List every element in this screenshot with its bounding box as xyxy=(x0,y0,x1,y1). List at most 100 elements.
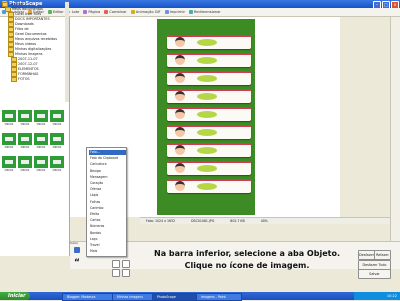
menu-item[interactable]: Lápis xyxy=(89,193,126,198)
tab-item[interactable]: Animação GIF xyxy=(130,10,161,14)
tree-node-label: DOCS IMPORTANTES xyxy=(15,17,50,22)
product-card xyxy=(167,107,251,121)
thumbnail[interactable]: DSC01 xyxy=(34,133,48,151)
card-face xyxy=(175,163,185,173)
tab-item[interactable]: Combinar xyxy=(104,10,127,14)
thumbnail[interactable]: DSC01 xyxy=(2,156,16,174)
tool-icon[interactable] xyxy=(122,269,130,277)
menu-item[interactable]: Mensagem xyxy=(89,175,126,180)
product-card xyxy=(167,143,251,157)
menu-item[interactable]: Caricatura xyxy=(89,162,126,167)
thumbnail[interactable]: DSC01 xyxy=(18,156,32,174)
status-bar: Foto: 1024 x 1632 DSC01081.JPG 802.7 KB … xyxy=(140,217,390,224)
tree-node-label: Corel User Files xyxy=(15,12,42,17)
thumbnail-image xyxy=(50,156,64,168)
tab-icon xyxy=(104,10,109,14)
thumbnail-caption: DSC01 xyxy=(20,169,30,172)
thumbnail[interactable]: DSC01 xyxy=(34,110,48,128)
card-label xyxy=(197,147,217,154)
tree-node-label: Minhas digitalizações xyxy=(15,47,52,52)
tree-node-label: Meus documentos xyxy=(12,7,43,12)
thumbnail[interactable]: DSC01 xyxy=(18,133,32,151)
quote-icon[interactable]: “ xyxy=(74,258,80,268)
menu-item[interactable]: Cartas xyxy=(89,218,126,223)
tree-node-label: FORMINHAS xyxy=(18,72,39,77)
tree-node[interactable]: FOTOS xyxy=(2,77,66,82)
card-face xyxy=(175,145,185,155)
tree-node-label: 2007-12-07 xyxy=(18,62,38,67)
instruction-line2: Clique no ícone de imagem. xyxy=(184,261,310,270)
tab-item[interactable]: Redimensionar xyxy=(188,10,221,14)
tree-node-label: Filtro de xyxy=(15,27,29,32)
menu-item[interactable]: Foto... xyxy=(89,150,126,155)
card-label xyxy=(197,183,217,190)
product-card xyxy=(167,179,251,193)
card-face xyxy=(175,127,185,137)
thumbnail-image xyxy=(2,133,16,145)
thumbnail[interactable]: DSC01 xyxy=(50,133,64,151)
menu-item[interactable]: Bordas xyxy=(89,231,126,236)
card-label xyxy=(197,39,217,46)
thumbnail-image xyxy=(18,156,32,168)
menu-item[interactable]: Coração xyxy=(89,181,126,186)
folder-icon xyxy=(11,77,17,82)
tool-icon[interactable] xyxy=(112,260,120,268)
status-filesize: 802.7 KB xyxy=(230,219,245,223)
thumbnail[interactable]: DSC01 xyxy=(2,133,16,151)
tab-label: Imprimir xyxy=(169,10,185,14)
thumbnail-caption: DSC01 xyxy=(4,123,14,126)
thumbnail[interactable]: DSC01 xyxy=(18,110,32,128)
thumbnail-image xyxy=(2,110,16,122)
thumbnail[interactable]: DSC01 xyxy=(50,156,64,174)
menu-item[interactable]: Efeito xyxy=(89,212,126,217)
card-label xyxy=(197,57,217,64)
status-size: Foto: 1024 x 1632 xyxy=(146,219,176,223)
thumbnail-image xyxy=(2,156,16,168)
right-scrollbar[interactable] xyxy=(390,17,400,256)
tab-icon xyxy=(83,10,88,14)
menu-item[interactable]: Travel xyxy=(89,243,126,248)
tree-node-label: Gerei Documentos xyxy=(15,32,47,37)
tab-icon xyxy=(164,10,169,14)
thumbnail-caption: DSC01 xyxy=(52,146,62,149)
thumbnail-caption: DSC01 xyxy=(36,169,46,172)
thumbnail[interactable]: DSC01 xyxy=(34,156,48,174)
tool-icon[interactable] xyxy=(112,269,120,277)
thumbnail[interactable]: DSC01 xyxy=(50,110,64,128)
thumbnail[interactable]: DSC01 xyxy=(2,110,16,128)
card-face xyxy=(175,55,185,65)
thumbnail-caption: DSC01 xyxy=(36,146,46,149)
start-button[interactable]: Iniciar xyxy=(0,292,30,300)
tree-node-label: FOTOS xyxy=(18,77,30,82)
folder-tree[interactable]: Desktop Meus documentos Corel User Files DO… xyxy=(2,2,66,102)
tree-scrollbar[interactable] xyxy=(65,2,69,102)
status-filename: DSC01081.JPG xyxy=(191,219,215,223)
card-face xyxy=(175,91,185,101)
tree-node-label: 2007-11-07 xyxy=(18,57,38,62)
tab-icon xyxy=(188,10,193,14)
menu-item[interactable]: Mais xyxy=(89,249,126,254)
product-card xyxy=(167,53,251,67)
edit-button[interactable]: Refazer xyxy=(374,250,391,260)
menu-item[interactable]: Laço xyxy=(89,237,126,242)
tool-icon[interactable] xyxy=(122,260,130,268)
thumbnail-caption: DSC01 xyxy=(52,123,62,126)
product-card xyxy=(167,35,251,49)
menu-item[interactable]: Números xyxy=(89,224,126,229)
menu-item[interactable]: Ofensa xyxy=(89,187,126,192)
menu-item[interactable]: Bexiga xyxy=(89,169,126,174)
tab-item[interactable]: Imprimir xyxy=(164,10,185,14)
thumbnail-image xyxy=(34,156,48,168)
edit-button[interactable]: Desfazer xyxy=(358,250,375,260)
product-card xyxy=(167,71,251,85)
tab-icon xyxy=(130,10,135,14)
edit-button[interactable]: Salvar xyxy=(358,269,391,279)
image-object-icon[interactable] xyxy=(74,247,80,253)
menu-item[interactable]: Carimbo xyxy=(89,206,126,211)
tree-node-label: Desktop xyxy=(9,2,23,7)
thumbnail-image xyxy=(34,133,48,145)
menu-item[interactable]: Folhas xyxy=(89,200,126,205)
tab-item[interactable]: Página xyxy=(83,10,100,14)
thumbnail-image xyxy=(50,110,64,122)
menu-item[interactable]: Foto do Clipboard xyxy=(89,156,126,161)
